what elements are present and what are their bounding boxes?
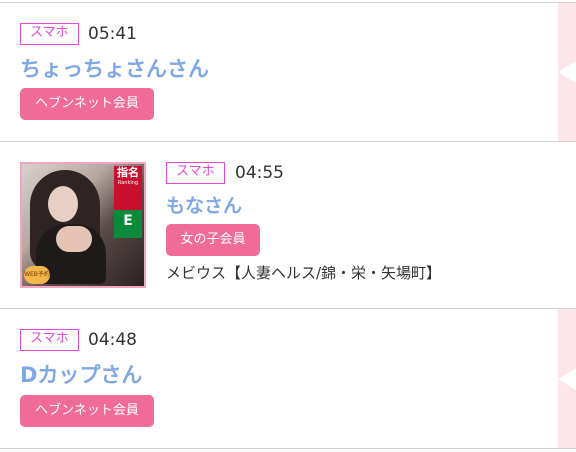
device-badge: スマホ [20, 23, 79, 45]
divider [0, 448, 576, 449]
user-name[interactable]: もなさん [166, 193, 242, 219]
member-type-badge: ヘブンネット会員 [20, 395, 154, 427]
chevron-left-icon [558, 61, 576, 83]
side-panel-next[interactable] [558, 3, 576, 141]
list-item[interactable]: スマホ 05:41 ちょっちょさんさん ヘブンネット会員 [0, 3, 558, 141]
list-item[interactable]: スマホ 04:48 Dカップさん ヘブンネット会員 [0, 309, 558, 448]
user-name[interactable]: ちょっちょさんさん [20, 56, 209, 82]
post-time: 04:48 [88, 330, 137, 350]
device-badge: スマホ [166, 162, 225, 184]
device-badge: スマホ [20, 329, 79, 351]
list-item[interactable]: スマホ 04:55 もなさん 女の子会員 メビウス【人妻ヘルス/錦・栄・矢場町】 [0, 142, 558, 308]
post-time: 05:41 [88, 24, 137, 44]
chevron-left-icon [558, 367, 576, 390]
side-panel-next[interactable] [558, 309, 576, 448]
user-name[interactable]: Dカップさん [20, 362, 142, 388]
post-time: 04:55 [235, 163, 284, 183]
member-type-badge: ヘブンネット会員 [20, 88, 154, 120]
shop-link[interactable]: メビウス【人妻ヘルス/錦・栄・矢場町】 [166, 262, 441, 284]
member-type-badge: 女の子会員 [166, 224, 260, 256]
